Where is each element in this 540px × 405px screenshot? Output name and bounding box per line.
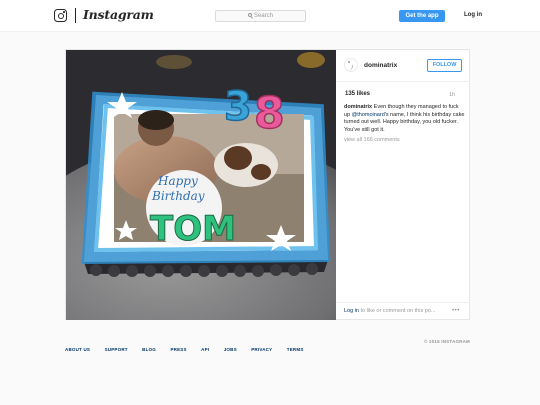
footer-link-about-us[interactable]: ABOUT US [65,347,90,352]
view-all-comments-link[interactable]: view all 166 comments [344,137,400,143]
footer-link-press[interactable]: PRESS [170,347,186,352]
footer-link-terms[interactable]: TERMS [287,347,304,352]
birthday-cake-photo: Happy Birthday TOM 3 8 [66,50,336,320]
footer-link-jobs[interactable]: JOBS [224,347,237,352]
search-placeholder: Search [253,13,273,19]
footer-link-privacy[interactable]: PRIVACY [251,347,272,352]
cake-birthday-text: Birthday [151,189,205,203]
follow-button[interactable]: FOLLOW [427,59,462,72]
footer-link-blog[interactable]: BLOG [142,347,156,352]
candle-digit-3: 3 [224,84,252,130]
footer-links: ABOUT US SUPPORT BLOG PRESS API JOBS PRI… [65,338,470,356]
footer-link-api[interactable]: API [201,347,209,352]
instagram-wordmark[interactable]: Instagram [83,7,154,22]
candle-digit-8: 8 [254,88,285,139]
post-card: Happy Birthday TOM 3 8 dominatrix FOLLOW… [65,49,470,320]
search-input[interactable]: Search [215,10,306,22]
comment-login-text: to like or comment on this po... [359,308,436,314]
comment-login-link[interactable]: Log in [344,308,359,314]
post-age[interactable]: 1h [449,92,455,98]
post-header: dominatrix FOLLOW [336,50,470,82]
caption-mention-link[interactable]: @thomoinard [352,112,385,118]
log-in-link[interactable]: Log in [464,12,482,18]
cake-happy-text: Happy [157,174,198,188]
post-sidebar: dominatrix FOLLOW 135 likes 1h dominatri… [336,50,470,319]
avatar[interactable] [344,58,358,72]
page-footer: ABOUT US SUPPORT BLOG PRESS API JOBS PRI… [65,338,470,352]
more-options-icon[interactable]: ••• [452,308,460,314]
search-icon [247,13,252,18]
copyright-text: © 2016 INSTAGRAM [424,339,470,344]
comment-bar: Log in to like or comment on this po... … [336,302,470,319]
comment-login-prompt: Log in to like or comment on this po... [344,308,449,314]
likes-count[interactable]: 135 likes [345,91,370,97]
instagram-camera-icon[interactable] [54,9,67,22]
post-photo[interactable]: Happy Birthday TOM 3 8 [66,50,336,320]
logo-divider [75,8,76,23]
get-the-app-button[interactable]: Get the app [399,10,445,22]
caption-author[interactable]: dominatrix [344,104,372,110]
footer-link-support[interactable]: SUPPORT [105,347,128,352]
post-author-username[interactable]: dominatrix [364,62,397,69]
cake-name-text: TOM [150,209,236,249]
top-navigation-bar: Instagram Search Get the app Log in [0,0,540,32]
post-caption: dominatrix Even though they managed to f… [344,104,466,134]
